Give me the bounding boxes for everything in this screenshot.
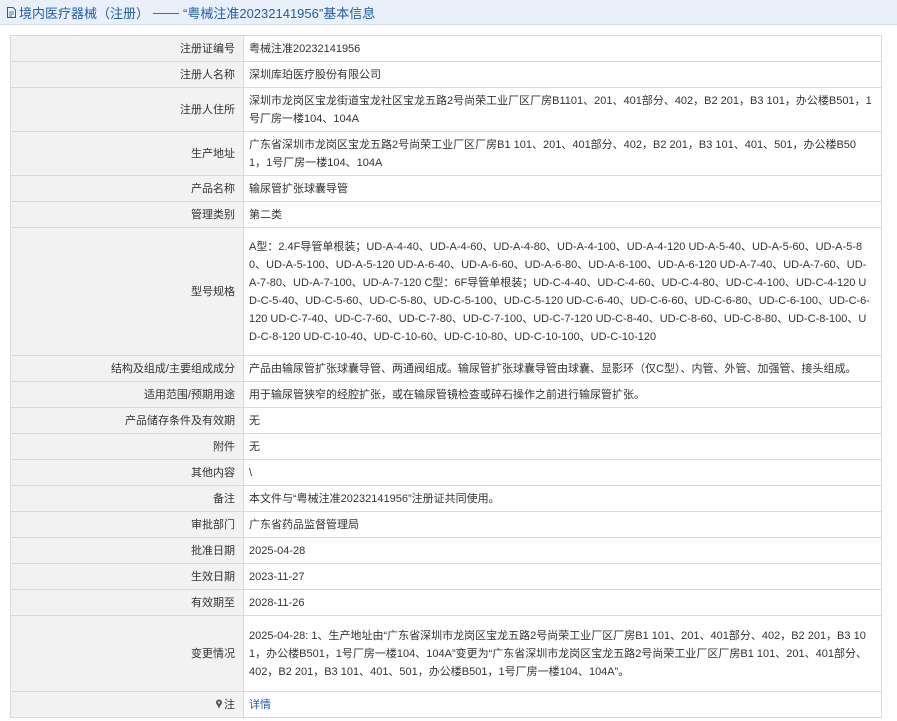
row-label: 批准日期 bbox=[10, 537, 244, 564]
table-row: 注册人住所 深圳市龙岗区宝龙街道宝龙社区宝龙五路2号尚荣工业厂区厂房B1101、2… bbox=[10, 87, 882, 132]
document-icon bbox=[7, 6, 16, 18]
note-label: 注 bbox=[224, 698, 235, 711]
table-row: 生效日期 2023-11-27 bbox=[10, 563, 882, 590]
pin-icon bbox=[216, 699, 222, 709]
header-separator: —— bbox=[153, 4, 180, 20]
row-label: 审批部门 bbox=[10, 511, 244, 538]
row-label: 变更情况 bbox=[10, 615, 244, 692]
row-value: 第二类 bbox=[243, 201, 882, 228]
row-value: 广东省深圳市龙岗区宝龙五路2号尚荣工业厂区厂房B1 101、201、401部分、… bbox=[243, 131, 882, 176]
row-value: A型：2.4F导管单根装；UD-A-4-40、UD-A-4-60、UD-A-4-… bbox=[243, 227, 882, 356]
row-label: 有效期至 bbox=[10, 589, 244, 616]
note-row: 注 详情 bbox=[10, 691, 882, 718]
table-row: 生产地址 广东省深圳市龙岗区宝龙五路2号尚荣工业厂区厂房B1 101、201、40… bbox=[10, 131, 882, 176]
row-label: 适用范围/预期用途 bbox=[10, 381, 244, 408]
row-value: 2025-04-28: 1、生产地址由“广东省深圳市龙岗区宝龙五路2号尚荣工业厂… bbox=[243, 615, 882, 692]
row-value: 产品由输尿管扩张球囊导管、两通阀组成。输尿管扩张球囊导管由球囊、显影环（仅C型）… bbox=[243, 355, 882, 382]
row-value: 无 bbox=[243, 433, 882, 460]
row-value: 深圳市龙岗区宝龙街道宝龙社区宝龙五路2号尚荣工业厂区厂房B1101、201、40… bbox=[243, 87, 882, 132]
page-header: 境内医疗器械（注册） —— “粤械注准20232141956”基本信息 bbox=[0, 0, 897, 25]
row-label: 注册人名称 bbox=[10, 61, 244, 88]
row-value: 2023-11-27 bbox=[243, 563, 882, 590]
table-row: 备注 本文件与“粤械注准20232141956”注册证共同使用。 bbox=[10, 485, 882, 512]
header-title: “粤械注准20232141956”基本信息 bbox=[183, 5, 376, 21]
row-label: 型号规格 bbox=[10, 227, 244, 356]
header-category: 境内医疗器械（注册） bbox=[19, 5, 150, 21]
table-row: 变更情况 2025-04-28: 1、生产地址由“广东省深圳市龙岗区宝龙五路2号尚… bbox=[10, 615, 882, 692]
row-label: 注册证编号 bbox=[10, 35, 244, 62]
row-label: 产品储存条件及有效期 bbox=[10, 407, 244, 434]
table-row: 结构及组成/主要组成成分 产品由输尿管扩张球囊导管、两通阀组成。输尿管扩张球囊导管… bbox=[10, 355, 882, 382]
row-value: 无 bbox=[243, 407, 882, 434]
row-label: 其他内容 bbox=[10, 459, 244, 486]
table-row: 其他内容 \ bbox=[10, 459, 882, 486]
table-row: 附件无 bbox=[10, 433, 882, 460]
row-label: 生效日期 bbox=[10, 563, 244, 590]
table-row: 管理类别 第二类 bbox=[10, 201, 882, 228]
row-value: 广东省药品监督管理局 bbox=[243, 511, 882, 538]
table-row: 有效期至 2028-11-26 bbox=[10, 589, 882, 616]
row-label: 附件 bbox=[10, 433, 244, 460]
row-value: 2028-11-26 bbox=[243, 589, 882, 616]
table-row: 产品名称 输尿管扩张球囊导管 bbox=[10, 175, 882, 202]
note-value-cell: 详情 bbox=[243, 691, 882, 718]
row-label: 产品名称 bbox=[10, 175, 244, 202]
row-value: 2025-04-28 bbox=[243, 537, 882, 564]
row-label: 生产地址 bbox=[10, 131, 244, 176]
table-row: 审批部门 广东省药品监督管理局 bbox=[10, 511, 882, 538]
note-label-cell: 注 bbox=[10, 691, 244, 718]
table-row: 产品储存条件及有效期无 bbox=[10, 407, 882, 434]
row-label: 注册人住所 bbox=[10, 87, 244, 132]
table-row: 批准日期 2025-04-28 bbox=[10, 537, 882, 564]
row-value: 用于输尿管狭窄的经腔扩张，或在输尿管镜检查或碎石操作之前进行输尿管扩张。 bbox=[243, 381, 882, 408]
details-link[interactable]: 详情 bbox=[249, 699, 271, 711]
info-table: 注册证编号 粤械注准20232141956 注册人名称 深圳库珀医疗股份有限公司 注… bbox=[10, 35, 882, 718]
table-row: 型号规格 A型：2.4F导管单根装；UD-A-4-40、UD-A-4-60、UD-… bbox=[10, 227, 882, 356]
row-value: 粤械注准20232141956 bbox=[243, 35, 882, 62]
table-row: 注册人名称 深圳库珀医疗股份有限公司 bbox=[10, 61, 882, 88]
table-row: 适用范围/预期用途 用于输尿管狭窄的经腔扩张，或在输尿管镜检查或碎石操作之前进行输… bbox=[10, 381, 882, 408]
row-label: 备注 bbox=[10, 485, 244, 512]
row-value: 本文件与“粤械注准20232141956”注册证共同使用。 bbox=[243, 485, 882, 512]
row-label: 结构及组成/主要组成成分 bbox=[10, 355, 244, 382]
row-value: \ bbox=[243, 459, 882, 486]
table-row: 注册证编号 粤械注准20232141956 bbox=[10, 35, 882, 62]
row-value: 输尿管扩张球囊导管 bbox=[243, 175, 882, 202]
row-label: 管理类别 bbox=[10, 201, 244, 228]
row-value: 深圳库珀医疗股份有限公司 bbox=[243, 61, 882, 88]
